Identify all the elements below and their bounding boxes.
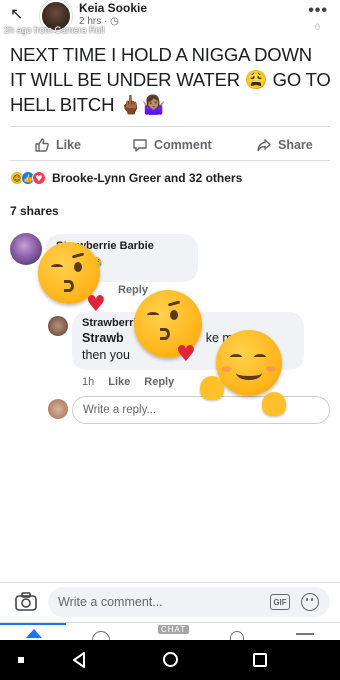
emoji-icon[interactable] — [301, 593, 319, 611]
back-arrow-icon[interactable]: ↖ — [10, 4, 23, 23]
thumbs-up-icon — [35, 138, 49, 152]
sticker-blush — [266, 366, 276, 372]
divider — [10, 160, 330, 161]
post-actions: Like Comment Share — [0, 134, 340, 156]
kissing-face-sticker: ♥ — [134, 290, 202, 366]
reaction-summary-text: Brooke-Lynn Greer and 32 others — [52, 171, 243, 185]
post-text-line: IT WILL BE UNDER WATER 😩 GO TO — [10, 69, 331, 90]
sticker-eye — [230, 354, 242, 360]
home-tab-icon[interactable] — [26, 629, 42, 638]
share-button[interactable]: Share — [256, 134, 313, 156]
sticker-blush — [222, 366, 232, 372]
reply-like-link[interactable]: Like — [108, 376, 130, 388]
menu-tab-icon[interactable] — [296, 633, 314, 635]
sticker-mouth — [160, 328, 170, 340]
author-name[interactable]: Keia Sookie — [79, 1, 147, 15]
sticker-brow — [71, 252, 85, 259]
globe-icon: ◷ — [110, 16, 119, 27]
comment-label: Comment — [154, 138, 212, 152]
sticker-smile — [236, 366, 262, 380]
camera-caption: 2h ago from Camera Roll — [4, 25, 105, 35]
sticker-brow — [167, 300, 181, 307]
nav-indicator-icon — [18, 657, 24, 663]
hugging-face — [216, 330, 282, 396]
camera-icon[interactable] — [15, 592, 37, 612]
reply-time: 1h — [82, 376, 95, 388]
sticker-mouth — [64, 280, 74, 292]
heart-icon: ♥ — [176, 342, 196, 367]
friends-tab-icon[interactable] — [92, 631, 110, 640]
more-options-icon[interactable]: ••• — [308, 2, 328, 20]
kissing-face-sticker: ♥ — [38, 242, 106, 316]
sticker-eye — [74, 262, 82, 272]
post-text-line: NEXT TIME I HOLD A NIGGA DOWN — [10, 44, 312, 65]
nav-home-icon[interactable] — [163, 652, 178, 667]
shares-count[interactable]: 7 shares — [10, 204, 59, 218]
sticker-eye — [51, 264, 63, 270]
reply-actions: 1h Like Reply — [82, 376, 174, 388]
post-text-line: HELL BITCH 🖕🏾🤷🏽‍♀️ — [10, 94, 165, 115]
notifications-tab-icon[interactable] — [230, 631, 244, 640]
reply-reply-link[interactable]: Reply — [144, 376, 174, 388]
sticker-eye — [147, 312, 159, 318]
divider — [10, 126, 330, 127]
comment-reply-link[interactable]: Reply — [118, 284, 148, 296]
hugging-face-sticker — [198, 330, 298, 430]
reply-avatar[interactable] — [48, 316, 68, 336]
hand-icon — [262, 392, 286, 416]
my-avatar — [48, 399, 68, 419]
comment-button[interactable]: Comment — [132, 134, 212, 156]
love-reaction-icon: ♥ — [32, 171, 46, 185]
gif-button[interactable]: GIF — [270, 594, 290, 610]
share-label: Share — [278, 138, 313, 152]
commenter-avatar[interactable] — [10, 233, 42, 265]
comment-icon — [133, 139, 147, 152]
notification-count: 0 — [314, 22, 320, 32]
share-icon — [257, 139, 271, 152]
sticker-eye — [170, 310, 178, 320]
nav-back-icon[interactable] — [71, 651, 87, 669]
sticker-eye — [254, 354, 266, 360]
active-tab-indicator — [0, 623, 66, 625]
post-header: ↖ Keia Sookie 2 hrs · ◷ ••• 2h ago from … — [0, 0, 340, 40]
post-text: NEXT TIME I HOLD A NIGGA DOWN IT WILL BE… — [10, 42, 335, 117]
chat-label[interactable]: CHAT — [158, 625, 190, 634]
reactions-summary[interactable]: ☺ 👍 ♥ Brooke-Lynn Greer and 32 others — [10, 170, 242, 186]
nav-recent-apps-icon[interactable] — [253, 653, 267, 667]
hand-icon — [200, 376, 224, 400]
heart-icon: ♥ — [86, 292, 106, 317]
reply-text-start: Strawb — [82, 331, 124, 345]
like-button[interactable]: Like — [34, 134, 81, 156]
like-label: Like — [56, 138, 82, 152]
